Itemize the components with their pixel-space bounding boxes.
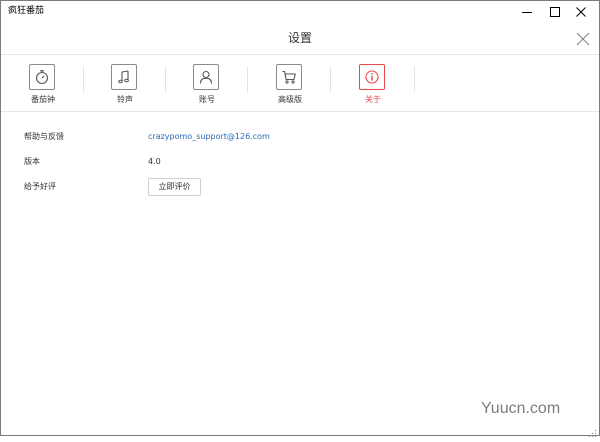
tab-icon-frame bbox=[276, 64, 302, 90]
help-feedback-label: 帮助与反馈 bbox=[24, 132, 64, 141]
support-email-link[interactable]: crazypomo_support@126.com bbox=[148, 132, 270, 142]
title-bar: 疯狂番茄 bbox=[1, 1, 599, 22]
settings-tabs: 番茄钟 铃声 账号 高级版 关于 bbox=[1, 55, 599, 112]
version-value: 4.0 bbox=[148, 157, 161, 166]
close-icon bbox=[576, 32, 590, 46]
shopping-cart-icon bbox=[282, 70, 296, 84]
info-icon bbox=[365, 70, 379, 84]
tab-icon-frame bbox=[193, 64, 219, 90]
tab-label: 番茄钟 bbox=[31, 95, 55, 104]
resize-grip[interactable] bbox=[587, 423, 597, 438]
tab-divider bbox=[247, 66, 248, 92]
tab-icon-frame bbox=[29, 64, 55, 90]
tab-premium[interactable]: 高级版 bbox=[260, 64, 320, 110]
tab-label: 铃声 bbox=[117, 95, 133, 104]
app-title: 疯狂番茄 bbox=[8, 6, 45, 16]
tab-icon-frame bbox=[111, 64, 137, 90]
music-note-icon bbox=[118, 70, 129, 84]
rate-now-button[interactable]: 立即评价 bbox=[148, 178, 201, 196]
user-icon bbox=[199, 70, 213, 84]
tab-pomodoro[interactable]: 番茄钟 bbox=[13, 64, 73, 110]
tab-about[interactable]: 关于 bbox=[343, 64, 403, 110]
tab-divider bbox=[330, 66, 331, 92]
tab-divider bbox=[165, 66, 166, 92]
tab-label: 高级版 bbox=[278, 95, 302, 104]
rate-label: 给予好评 bbox=[24, 182, 56, 191]
maximize-icon bbox=[550, 6, 560, 17]
tab-icon-frame bbox=[359, 64, 385, 90]
watermark-text: Yuucn.com bbox=[481, 400, 561, 417]
tab-account[interactable]: 账号 bbox=[177, 64, 237, 110]
tab-ringtone[interactable]: 铃声 bbox=[95, 64, 155, 110]
resize-grip-icon bbox=[588, 429, 597, 438]
app-window: 疯狂番茄 设置 番茄钟 铃声 账号 高级版 关于 帮助与反馈 crazypomo… bbox=[0, 0, 600, 438]
tab-divider bbox=[414, 66, 415, 92]
dialog-close-button[interactable] bbox=[576, 31, 590, 46]
window-close-button[interactable] bbox=[563, 1, 599, 22]
tab-divider bbox=[83, 66, 84, 92]
stopwatch-icon bbox=[35, 70, 49, 85]
minimize-icon bbox=[522, 11, 532, 13]
close-icon bbox=[576, 6, 586, 17]
dialog-title: 设置 bbox=[287, 31, 312, 45]
dialog-header: 设置 bbox=[1, 22, 599, 55]
version-label: 版本 bbox=[24, 157, 40, 166]
tab-label: 关于 bbox=[365, 95, 381, 104]
tab-label: 账号 bbox=[199, 95, 215, 104]
